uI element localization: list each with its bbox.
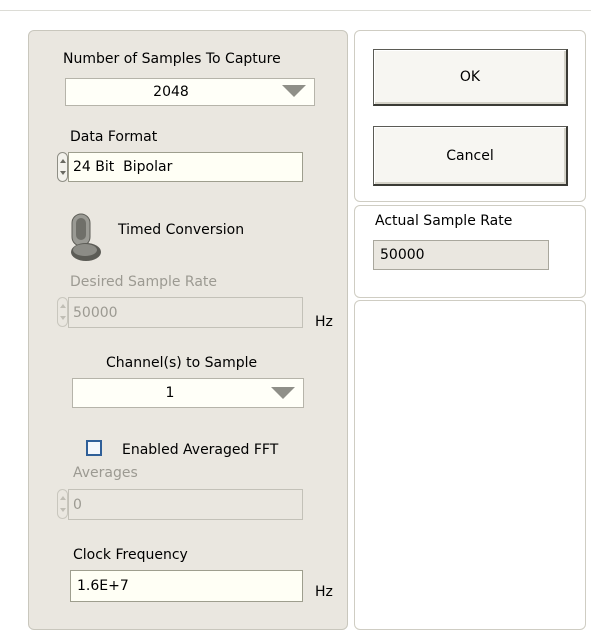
desired-rate-input[interactable]: 50000 [68, 297, 303, 328]
data-format-value: 24 Bit Bipolar [73, 159, 173, 175]
decrement-arrow-icon [60, 171, 66, 175]
averages-value: 0 [73, 496, 82, 513]
increment-arrow-icon [60, 304, 66, 308]
averaged-fft-label: Enabled Averaged FFT [122, 442, 279, 458]
channels-dropdown[interactable]: 1 [72, 378, 304, 408]
desired-rate-unit: Hz [315, 314, 333, 330]
clock-frequency-input[interactable]: 1.6E+7 [70, 570, 303, 602]
settings-panel [28, 30, 348, 630]
timed-conversion-label: Timed Conversion [118, 222, 245, 238]
samples-dropdown[interactable]: 2048 [65, 78, 315, 106]
data-format-spinner[interactable] [57, 152, 68, 182]
actual-rate-label: Actual Sample Rate [375, 213, 513, 229]
timed-conversion-toggle[interactable] [68, 212, 108, 264]
clock-frequency-value: 1.6E+7 [77, 578, 129, 594]
cancel-button[interactable]: Cancel [373, 126, 568, 186]
desired-rate-value: 50000 [73, 304, 118, 321]
chevron-down-icon [282, 85, 306, 97]
data-format-ring[interactable]: 24 Bit Bipolar [68, 152, 303, 182]
averages-spinner[interactable] [57, 489, 68, 519]
decrement-arrow-icon [60, 508, 66, 512]
ok-button[interactable]: OK [373, 49, 568, 106]
averages-input[interactable]: 0 [68, 489, 303, 520]
averages-label: Averages [73, 465, 138, 481]
actual-rate-indicator: 50000 [373, 240, 549, 270]
data-format-label: Data Format [70, 129, 158, 145]
blank-panel [354, 300, 586, 630]
samples-label: Number of Samples To Capture [63, 51, 281, 67]
top-divider [0, 10, 591, 11]
channels-value: 1 [165, 385, 175, 401]
clock-frequency-label: Clock Frequency [73, 547, 188, 563]
averaged-fft-checkbox[interactable] [86, 440, 102, 456]
samples-value: 2048 [153, 84, 189, 100]
increment-arrow-icon [60, 159, 66, 163]
clock-frequency-unit: Hz [315, 584, 333, 600]
decrement-arrow-icon [60, 316, 66, 320]
chevron-down-icon [271, 387, 295, 399]
desired-rate-label: Desired Sample Rate [70, 274, 218, 290]
channels-label: Channel(s) to Sample [106, 355, 258, 371]
desired-rate-spinner[interactable] [57, 297, 68, 327]
increment-arrow-icon [60, 496, 66, 500]
